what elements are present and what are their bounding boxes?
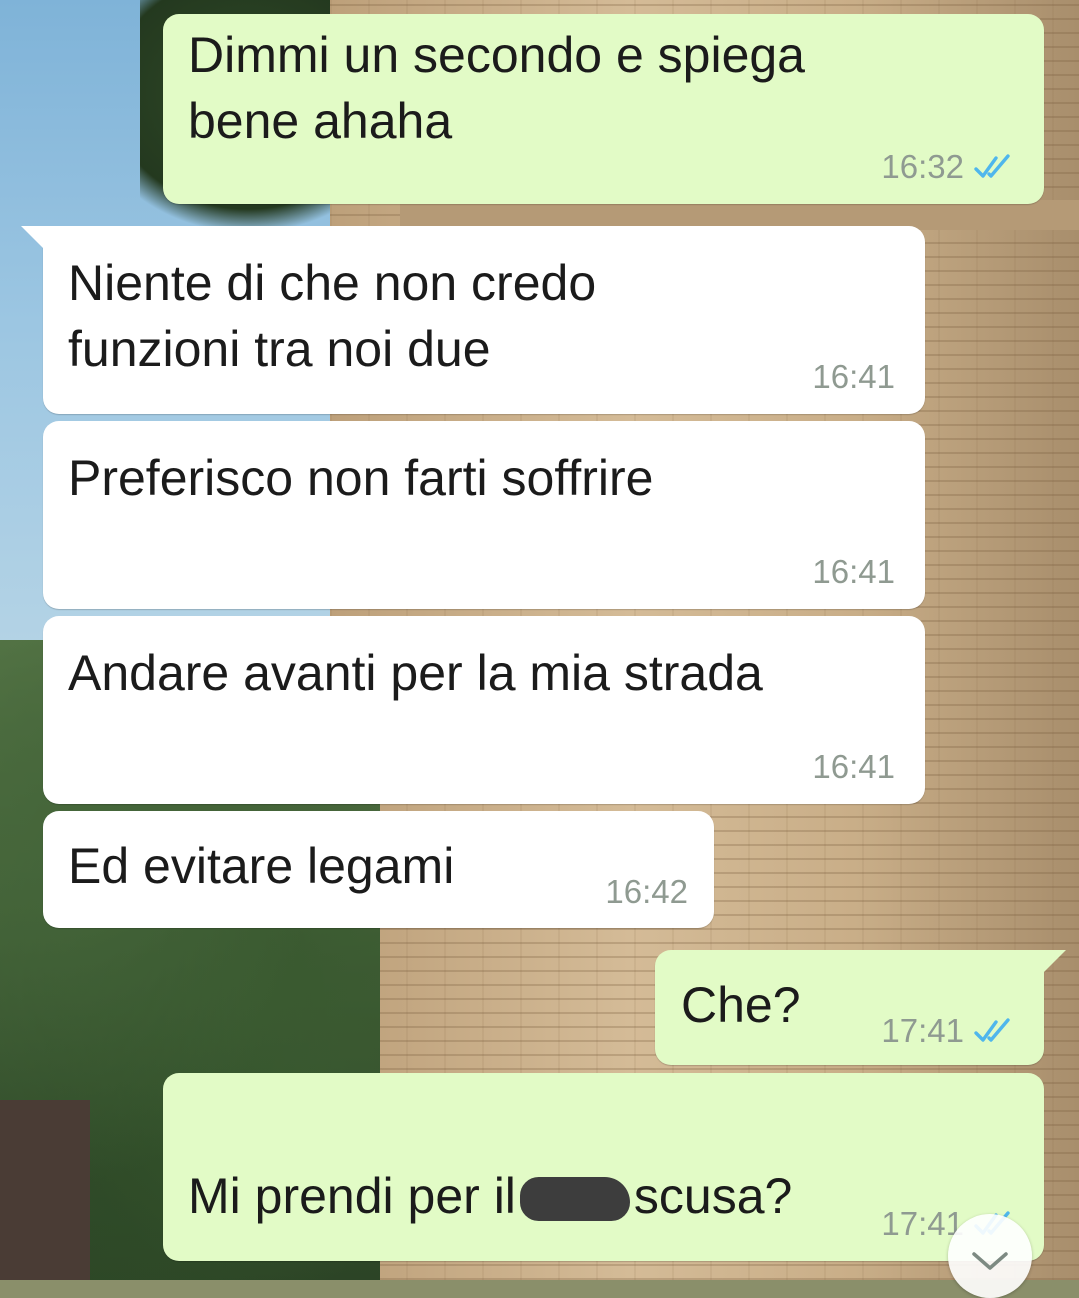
message-meta: 16:41 [812,748,895,786]
message-time: 16:41 [812,748,895,785]
message-meta: 17:41 [881,1012,1018,1050]
message-bubble-outgoing[interactable]: Mi prendi per il scusa? 17:41 [163,1073,1044,1261]
bubble-tail [1042,950,1066,974]
message-bubble-incoming[interactable]: Andare avanti per la mia strada 16:41 [43,616,925,804]
double-check-icon [974,1018,1010,1042]
message-time: 16:32 [881,148,964,185]
chevron-down-icon [972,1252,1008,1270]
message-bubble-incoming[interactable]: Niente di che non credo funzioni tra noi… [21,226,925,414]
message-text: Che? [681,977,801,1033]
message-text: Ed evitare legami [68,838,455,894]
message-text: Niente di che non credo funzioni tra noi… [68,255,597,377]
message-text-after: scusa? [633,1168,793,1224]
message-text: Mi prendi per il scusa? [188,1097,792,1229]
double-check-icon [974,154,1010,178]
message-text: Preferisco non farti soffrire [68,450,654,506]
redaction-scribble [519,1177,630,1221]
message-text-before: Mi prendi per il [188,1168,516,1224]
message-text: Andare avanti per la mia strada [68,645,763,701]
message-bubble-incoming[interactable]: Ed evitare legami 16:42 [43,811,714,928]
message-meta: 16:41 [812,553,895,591]
message-text: Dimmi un secondo e spiega bene ahaha [188,27,805,149]
message-meta: 16:41 [812,358,895,396]
message-bubble-outgoing[interactable]: Che? 17:41 [655,950,1066,1065]
message-meta: 16:42 [605,873,688,911]
message-list[interactable]: Dimmi un secondo e spiega bene ahaha 16:… [0,0,1079,1298]
message-time: 16:41 [812,553,895,590]
message-time: 17:41 [881,1012,964,1049]
message-meta: 16:32 [881,148,1018,186]
message-bubble-incoming[interactable]: Preferisco non farti soffrire 16:41 [43,421,925,609]
scroll-to-bottom-button[interactable] [948,1214,1032,1298]
bubble-tail [21,226,45,250]
message-bubble-outgoing[interactable]: Dimmi un secondo e spiega bene ahaha 16:… [163,14,1044,204]
message-time: 16:41 [812,358,895,395]
message-time: 16:42 [605,873,688,910]
